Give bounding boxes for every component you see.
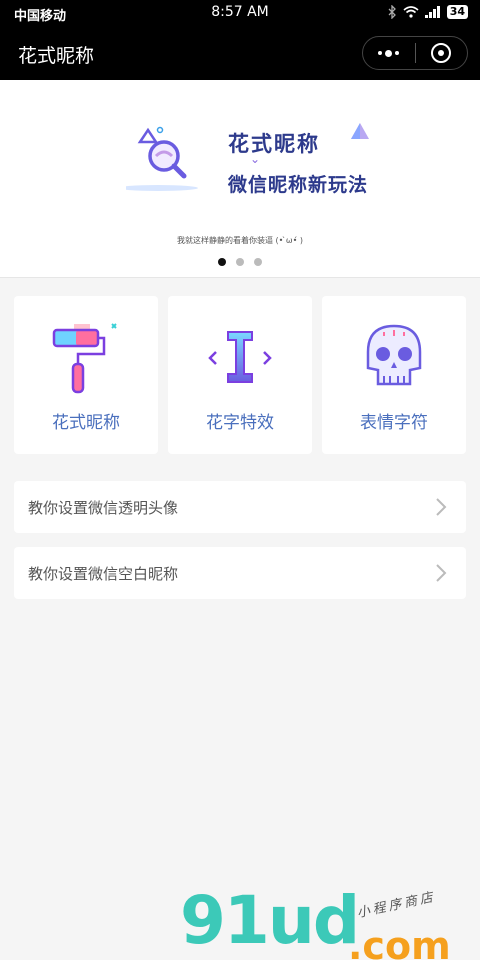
close-mini-program-button[interactable] (415, 37, 467, 69)
mini-program-capsule (362, 36, 468, 70)
more-button[interactable] (363, 37, 415, 69)
page-title: 花式昵称 (18, 45, 95, 67)
target-icon (431, 43, 452, 63)
list-item-transparent-avatar[interactable]: 教你设置微信透明头像 (14, 481, 466, 533)
wifi-icon (403, 6, 419, 18)
watermark-shop: 小程序商店 (355, 889, 438, 922)
chevron-right-icon (436, 564, 447, 582)
feature-label: 花式昵称 (52, 413, 120, 433)
list-item-label: 教你设置微信空白昵称 (28, 565, 179, 583)
banner-subtitle: 微信昵称新玩法 (228, 174, 369, 196)
feature-card-text-effects[interactable]: 花字特效 (168, 296, 312, 454)
feature-card-emoji-chars[interactable]: 表情字符 (322, 296, 466, 454)
carousel-dot[interactable] (218, 258, 226, 266)
triangle-decoration-icon (351, 123, 369, 139)
feature-card-fancy-nickname[interactable]: 花式昵称 (14, 296, 158, 454)
bluetooth-icon (388, 5, 396, 19)
carousel-indicator (0, 258, 480, 266)
status-bar: 中国移动 8:57 AM 34 (0, 0, 480, 28)
banner-caption: 我就这样静静的看着你装逼 (• ̀ω•́ ) (176, 236, 303, 245)
watermark-suffix: .com (348, 924, 451, 960)
watermark-brand: 91ud (180, 882, 360, 959)
list-item-label: 教你设置微信透明头像 (28, 499, 179, 517)
feature-grid: 花式昵称 花字特效 表情字符 (14, 296, 466, 454)
feature-label: 花字特效 (206, 413, 274, 433)
carousel-dot[interactable] (236, 258, 244, 266)
chevron-down-icon: ⌄ (250, 152, 261, 166)
signal-icon (424, 6, 440, 18)
more-dots-icon (378, 49, 400, 57)
text-cursor-icon (208, 331, 272, 383)
battery-icon: 34 (446, 5, 468, 19)
chevron-right-icon (436, 498, 447, 516)
skull-icon (366, 324, 422, 386)
watermark-logo: 91ud .com 小程序商店 (180, 888, 451, 960)
status-icons: 34 (387, 5, 468, 19)
list-item-blank-nickname[interactable]: 教你设置微信空白昵称 (14, 547, 466, 599)
banner-title: 花式昵称 (228, 132, 320, 156)
banner-carousel[interactable]: 花式昵称 ⌄ 微信昵称新玩法 我就这样静静的看着你装逼 (• ̀ω•́ ) (0, 80, 480, 278)
paint-roller-icon (52, 323, 117, 394)
magnifier-flask-icon (126, 126, 198, 191)
feature-label: 表情字符 (360, 413, 428, 433)
nav-bar: 花式昵称 (0, 28, 480, 80)
carousel-dot[interactable] (254, 258, 262, 266)
